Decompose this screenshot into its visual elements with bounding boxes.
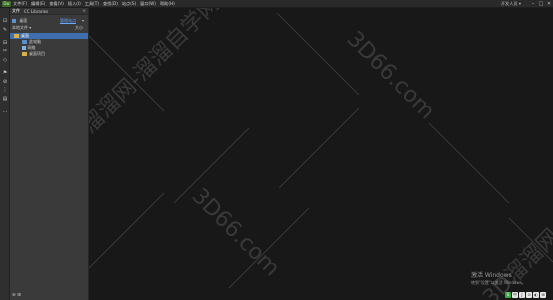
- activate-title: 激活 Windows: [471, 272, 512, 279]
- menu-window[interactable]: 窗口(W): [140, 1, 156, 7]
- tab-cc-libraries[interactable]: CC Libraries: [24, 9, 48, 14]
- more-horizontal-icon[interactable]: ⋯: [2, 109, 8, 115]
- layout-icon[interactable]: ⊟: [2, 40, 8, 46]
- panel-footer-icons[interactable]: ⊕ ⊞: [12, 293, 21, 298]
- tree-item-label: 桌面项目: [29, 51, 45, 56]
- open-document-icon[interactable]: ⊡: [2, 18, 8, 24]
- folder-icon: [14, 34, 19, 38]
- menu-edit[interactable]: 编辑(E): [31, 1, 45, 7]
- tab-files[interactable]: 文件: [12, 8, 20, 14]
- validate-icon[interactable]: ⊘: [2, 79, 8, 85]
- files-panel: 文件 CC Libraries × 桌面 管理站点 ▾ 本地文件 ▾ 大小 桌面…: [10, 8, 89, 300]
- files-view-row: 本地文件 ▾ 大小: [12, 25, 86, 31]
- document-area[interactable]: 3D溜溜网-溜溜自学网 3D66.com 3D66.com 3D溜溜网-溜溜自学…: [89, 8, 553, 300]
- sogou-icon[interactable]: S: [505, 292, 511, 298]
- minimize-button[interactable]: –: [529, 1, 537, 7]
- more-vertical-icon[interactable]: ⋮: [2, 87, 8, 93]
- ime-icon[interactable]: 中: [512, 292, 518, 298]
- menu-bar: Dw 文件(F) 编辑(E) 查看(V) 插入(I) 工具(T) 查找(D) 站…: [0, 0, 553, 8]
- activate-windows-notice: 激活 Windows 转到"设置"以激活 Windows。: [471, 270, 526, 286]
- tree-item-label: 桌面: [21, 33, 29, 38]
- panel-close-icon[interactable]: ×: [82, 8, 86, 15]
- menu-view[interactable]: 查看(V): [49, 1, 64, 7]
- edit-icon[interactable]: ✎: [2, 27, 8, 33]
- manage-sites-link[interactable]: 管理站点: [60, 18, 76, 24]
- menu-tools[interactable]: 工具(T): [85, 1, 99, 7]
- system-tray: S 中 J ⊙ ◐ ⊞: [505, 292, 546, 298]
- tree-item-desktop-project[interactable]: 桌面项目: [10, 51, 88, 57]
- local-files-dropdown[interactable]: 本地文件 ▾: [12, 25, 31, 30]
- site-name: 桌面: [19, 18, 28, 23]
- left-toolbar: ⊡ ✎ ⊟ ✂ ◇ ⚑ ⊘ ⋮ ▤ ⋯: [0, 8, 10, 300]
- network-icon: [22, 46, 26, 50]
- activate-subtitle: 转到"设置"以激活 Windows。: [471, 280, 526, 285]
- workspace-switcher[interactable]: 开发人员 ▾: [501, 1, 521, 7]
- watermark-line: [428, 122, 510, 204]
- tray-j-icon[interactable]: J: [519, 292, 525, 298]
- app-logo: Dw: [2, 0, 11, 7]
- watermark-line: [278, 107, 360, 189]
- cut-icon[interactable]: ✂: [2, 48, 8, 54]
- tree-item-label: 此电脑: [29, 39, 41, 44]
- tray-circle-icon[interactable]: ⊙: [526, 292, 532, 298]
- tree-item-label: 网络: [27, 45, 36, 50]
- menu-help[interactable]: 帮助(H): [160, 1, 175, 7]
- size-column-label: 大小: [75, 25, 83, 30]
- menu-site[interactable]: 站点(S): [122, 1, 136, 7]
- watermark-line: [276, 12, 360, 96]
- tray-grid-icon[interactable]: ⊞: [540, 292, 546, 298]
- folder-icon: [22, 52, 27, 56]
- diamond-icon[interactable]: ◇: [2, 57, 8, 63]
- chevron-down-icon[interactable]: ▾: [82, 18, 84, 24]
- tray-half-icon[interactable]: ◐: [533, 292, 539, 298]
- menu-file[interactable]: 文件(F): [13, 1, 27, 7]
- panel-list-icon[interactable]: ▤: [2, 96, 8, 102]
- maximize-button[interactable]: □: [537, 1, 545, 7]
- site-selector[interactable]: 桌面 管理站点 ▾: [12, 18, 86, 24]
- menu-insert[interactable]: 插入(I): [68, 1, 81, 7]
- panel-tabs: 文件 CC Libraries ×: [10, 8, 88, 15]
- computer-icon: [22, 40, 27, 44]
- site-icon: [12, 19, 16, 23]
- close-button[interactable]: ✕: [545, 1, 553, 7]
- watermark-line: [89, 192, 165, 269]
- flag-icon[interactable]: ⚑: [2, 70, 8, 76]
- menu-find[interactable]: 查找(D): [103, 1, 118, 7]
